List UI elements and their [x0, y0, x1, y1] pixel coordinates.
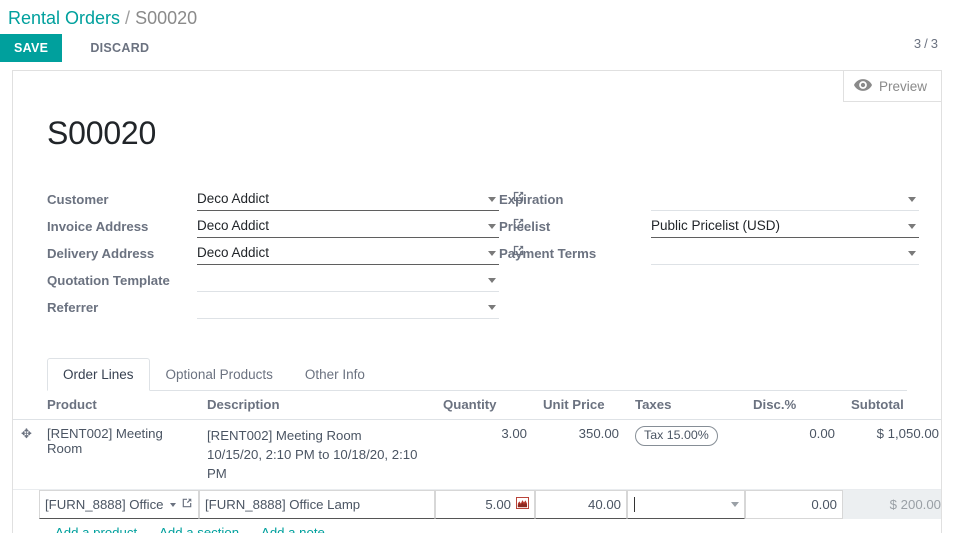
- referrer-input[interactable]: [197, 297, 499, 319]
- quantity-input-value: 5.00: [485, 497, 511, 512]
- header-discount[interactable]: Disc.%: [745, 391, 843, 420]
- add-a-note-link[interactable]: Add a note: [261, 525, 325, 533]
- cell-taxes[interactable]: Tax 15.00%: [627, 419, 745, 490]
- form-groups: Customer Invoice Address: [47, 189, 919, 324]
- cell-product[interactable]: [RENT002] Meeting Room: [39, 419, 199, 490]
- product-open-record-icon[interactable]: [181, 497, 193, 512]
- cell-unit-price-editing[interactable]: 40.00: [535, 490, 627, 519]
- page-title: S00020: [47, 115, 157, 151]
- tab-order-lines[interactable]: Order Lines: [47, 358, 150, 391]
- customer-open-record-icon[interactable]: [512, 190, 525, 208]
- description-line: [RENT002] Meeting Room: [207, 428, 362, 443]
- field-customer: Customer: [47, 189, 524, 216]
- header-handle: [13, 391, 39, 420]
- description-line: PM: [207, 466, 227, 481]
- cell-unit-price[interactable]: 350.00: [535, 419, 627, 490]
- cell-quantity-editing[interactable]: 5.00: [435, 490, 535, 519]
- expiration-input[interactable]: [651, 189, 919, 211]
- field-expiration: Expiration: [499, 189, 919, 216]
- preview-stat-button[interactable]: Preview: [853, 78, 927, 94]
- add-a-section-link[interactable]: Add a section: [159, 525, 239, 533]
- field-delivery-address: Delivery Address: [47, 243, 524, 270]
- eye-icon: [853, 78, 872, 94]
- customer-input[interactable]: [197, 189, 499, 211]
- header-subtotal[interactable]: Subtotal: [843, 391, 941, 420]
- delivery-address-input[interactable]: [197, 243, 499, 265]
- unit-price-input-value: 40.00: [587, 497, 621, 512]
- description-line: 10/15/20, 2:10 PM to 10/18/20, 2:10: [207, 447, 418, 462]
- header-product[interactable]: Product: [39, 391, 199, 420]
- drag-handle-icon: ✥: [21, 426, 32, 441]
- payment-terms-input[interactable]: [651, 243, 919, 265]
- form-group-right: Expiration Pricelist Payment Terms: [499, 189, 919, 324]
- table-row-editing[interactable]: [FURN_8888] Office l [FURN_8888] Office: [13, 489, 941, 519]
- tab-other-info[interactable]: Other Info: [289, 358, 381, 391]
- pager-separator: /: [924, 36, 928, 51]
- notebook-tabs: Order Lines Optional Products Other Info: [47, 358, 907, 391]
- control-panel: Rental Orders / S00020 SAVE DISCARD 3/3: [0, 0, 954, 70]
- notebook: Order Lines Optional Products Other Info…: [13, 358, 941, 533]
- delivery-address-open-record-icon[interactable]: [512, 244, 525, 262]
- record-action-buttons: SAVE DISCARD: [0, 34, 163, 62]
- stat-button-box: Preview: [842, 71, 941, 102]
- breadcrumb: Rental Orders / S00020: [0, 0, 954, 31]
- field-invoice-address: Invoice Address: [47, 216, 524, 243]
- cell-quantity[interactable]: 3.00: [435, 419, 535, 490]
- chevron-down-icon[interactable]: [731, 502, 739, 507]
- header-taxes[interactable]: Taxes: [627, 391, 745, 420]
- forecast-report-icon[interactable]: [516, 497, 529, 512]
- invoice-address-input[interactable]: [197, 216, 499, 238]
- row-drag-handle: [13, 489, 39, 519]
- field-customer-label: Customer: [47, 192, 109, 207]
- pricelist-input[interactable]: [651, 216, 919, 238]
- cell-description[interactable]: [RENT002] Meeting Room 10/15/20, 2:10 PM…: [199, 419, 435, 490]
- header-unit-price[interactable]: Unit Price: [535, 391, 627, 420]
- cell-product-editing[interactable]: [FURN_8888] Office l: [39, 490, 199, 519]
- breadcrumb-separator: /: [125, 8, 131, 28]
- record-pager[interactable]: 3/3: [914, 36, 938, 51]
- form-sheet: Preview S00020 Customer Deco Addict Invo…: [12, 70, 942, 533]
- invoice-address-open-record-icon[interactable]: [512, 217, 525, 235]
- field-referrer: Referrer: [47, 297, 499, 324]
- table-row[interactable]: ✥ [RENT002] Meeting Room [RENT002] Meeti…: [13, 419, 941, 490]
- add-a-product-link[interactable]: Add a product: [55, 525, 137, 533]
- breadcrumb-current: S00020: [135, 8, 198, 28]
- cell-taxes-editing[interactable]: [627, 490, 745, 519]
- quotation-template-input[interactable]: [197, 270, 499, 292]
- table-header-row: Product Description Quantity Unit Price …: [13, 391, 941, 420]
- description-input-value: [FURN_8888] Office Lamp: [205, 497, 361, 512]
- breadcrumb-root-link[interactable]: Rental Orders: [8, 8, 120, 28]
- cell-description-editing[interactable]: [FURN_8888] Office Lamp: [199, 490, 435, 519]
- header-quantity[interactable]: Quantity: [435, 391, 535, 420]
- form-group-left: Customer Invoice Address: [47, 189, 524, 324]
- product-input-value: [FURN_8888] Office l: [45, 497, 168, 512]
- subtotal-value: $ 200.00: [889, 497, 941, 512]
- save-button[interactable]: SAVE: [0, 34, 63, 62]
- cell-discount[interactable]: 0.00: [745, 419, 843, 490]
- field-delivery-address-label: Delivery Address: [47, 246, 155, 261]
- pager-total: 3: [930, 36, 938, 51]
- status-badge: Tax 15.00%: [635, 426, 718, 446]
- chevron-down-icon[interactable]: [170, 502, 176, 507]
- cell-subtotal-editing: $ 200.00: [843, 490, 941, 519]
- cell-discount-editing[interactable]: 0.00: [745, 490, 843, 519]
- row-drag-handle[interactable]: ✥: [13, 419, 39, 490]
- field-quotation-template: Quotation Template: [47, 270, 499, 297]
- field-invoice-address-label: Invoice Address: [47, 219, 149, 234]
- order-lines-list: Product Description Quantity Unit Price …: [13, 391, 941, 533]
- add-line-links: Add a product Add a section Add a note: [13, 519, 941, 533]
- text-cursor: [634, 497, 635, 512]
- header-description[interactable]: Description: [199, 391, 435, 420]
- discard-button[interactable]: DISCARD: [76, 34, 163, 62]
- tab-optional-products[interactable]: Optional Products: [150, 358, 289, 391]
- cell-subtotal: $ 1,050.00: [843, 419, 941, 490]
- field-payment-terms: Payment Terms: [499, 243, 919, 270]
- field-pricelist: Pricelist: [499, 216, 919, 243]
- field-referrer-label: Referrer: [47, 300, 99, 315]
- discount-input-value: 0.00: [811, 497, 837, 512]
- preview-stat-label: Preview: [878, 78, 927, 94]
- field-quotation-template-label: Quotation Template: [47, 273, 170, 288]
